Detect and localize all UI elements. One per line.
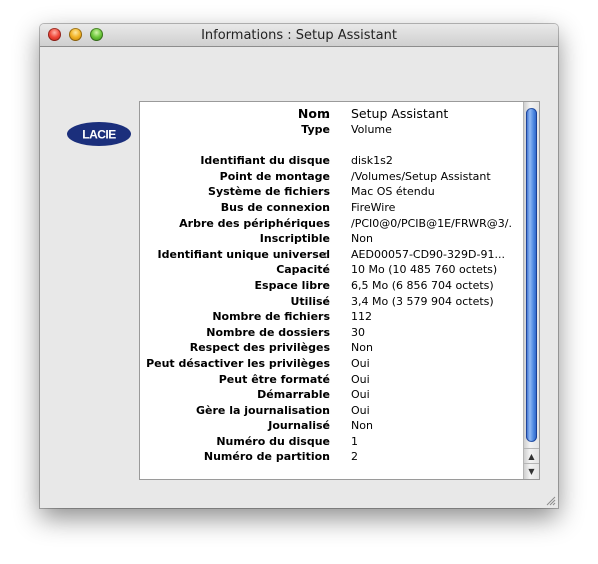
info-label: Point de montage [219, 169, 330, 183]
info-label: Espace libre [254, 278, 330, 292]
info-label: Capacité [276, 263, 330, 277]
lacie-logo: LACIE [67, 122, 131, 146]
info-value: Oui [351, 356, 370, 370]
info-value: Setup Assistant [351, 106, 449, 121]
info-label: Journalisé [268, 419, 330, 433]
info-label: Système de fichiers [208, 185, 330, 199]
info-colon: : [324, 185, 328, 199]
info-row: Espace libre: 6,5 Mo (6 856 704 octets) [140, 278, 520, 294]
info-value: Non [351, 419, 373, 433]
info-row: Inscriptible: Non [140, 231, 520, 247]
info-panel: Nom: Setup Assistant Type: Volume Identifian… [139, 101, 540, 480]
info-colon: : [324, 419, 328, 433]
info-label: Identifiant du disque [200, 154, 330, 168]
scroll-down-arrow-icon[interactable]: ▼ [524, 463, 539, 479]
info-value: Non [351, 232, 373, 246]
info-colon: : [324, 123, 328, 136]
scroll-up-arrow-icon[interactable]: ▲ [524, 448, 539, 464]
info-value: Volume [351, 123, 392, 136]
info-value: /Volumes/Setup Assistant [351, 169, 491, 183]
info-value: Mac OS étendu [351, 185, 435, 199]
info-colon: : [324, 247, 328, 261]
info-label: Gère la journalisation [196, 403, 330, 417]
info-label: Bus de connexion [220, 200, 330, 214]
info-colon: : [324, 372, 328, 386]
info-value: 112 [351, 310, 372, 324]
info-row: Bus de connexion: FireWire [140, 200, 520, 216]
vertical-scrollbar[interactable]: ▲ ▼ [523, 102, 539, 479]
info-row: Journalisé: Non [140, 418, 520, 434]
info-row: Type: Volume [140, 122, 520, 138]
info-colon: : [324, 200, 328, 214]
info-label: Numéro du disque [216, 434, 330, 448]
info-colon: : [324, 403, 328, 417]
info-value: 1 [351, 434, 358, 448]
logo-text: LACIE [82, 128, 116, 142]
info-label: Respect des privilèges [189, 341, 330, 355]
info-row: Capacité: 10 Mo (10 485 760 octets) [140, 262, 520, 278]
info-value: Oui [351, 388, 370, 402]
info-value: 6,5 Mo (6 856 704 octets) [351, 278, 494, 292]
info-label: Nombre de dossiers [206, 325, 330, 339]
info-colon: : [324, 216, 328, 230]
info-list: Nom: Setup Assistant Type: Volume Identifian… [140, 105, 520, 465]
info-label: Inscriptible [259, 232, 330, 246]
info-colon: : [324, 106, 329, 121]
info-label: Identifiant unique universel [157, 247, 330, 261]
info-value: Non [351, 341, 373, 355]
info-row: Respect des privilèges: Non [140, 340, 520, 356]
info-value: Oui [351, 372, 370, 386]
info-label: Démarrable [257, 388, 330, 402]
title-bar[interactable]: Informations : Setup Assistant [40, 24, 558, 47]
info-row: Identifiant du disque: disk1s2 [140, 153, 520, 169]
info-colon: : [324, 356, 328, 370]
info-value: 3,4 Mo (3 579 904 octets) [351, 294, 494, 308]
info-row: Nombre de dossiers: 30 [140, 325, 520, 341]
resize-grip-icon[interactable] [544, 494, 556, 506]
info-colon: : [324, 263, 328, 277]
info-colon: : [324, 310, 328, 324]
info-value: /PCI0@0/PCIB@1E/FRWR@3/... [351, 216, 511, 230]
info-label: Numéro de partition [203, 450, 330, 464]
info-value: disk1s2 [351, 154, 393, 168]
info-value: 2 [351, 450, 358, 464]
info-colon: : [324, 325, 328, 339]
info-value: 30 [351, 325, 365, 339]
info-row: Identifiant unique universel: AED00057-CD… [140, 247, 520, 263]
info-label: Nombre de fichiers [212, 310, 330, 324]
info-row: Point de montage: /Volumes/Setup Assistan… [140, 169, 520, 185]
info-colon: : [324, 341, 328, 355]
info-row: Arbre des périphériques: /PCI0@0/PCIB@1E/… [140, 216, 520, 232]
info-colon: : [324, 154, 328, 168]
scrollbar-thumb[interactable] [526, 108, 537, 442]
window-title: Informations : Setup Assistant [201, 28, 397, 43]
info-row: Nom: Setup Assistant [140, 105, 520, 122]
info-colon: : [324, 434, 328, 448]
info-row: Peut désactiver les privilèges: Oui [140, 356, 520, 372]
info-row: Système de fichiers: Mac OS étendu [140, 184, 520, 200]
info-label: Arbre des périphériques [179, 216, 330, 230]
info-value: AED00057-CD90-329D-91... [351, 247, 505, 261]
info-row: Numéro du disque: 1 [140, 434, 520, 450]
info-value: FireWire [351, 200, 396, 214]
info-row: Peut être formaté: Oui [140, 372, 520, 388]
info-value: 10 Mo (10 485 760 octets) [351, 263, 498, 277]
info-row: Gère la journalisation: Oui [140, 403, 520, 419]
info-row: Numéro de partition: 2 [140, 449, 520, 465]
info-label: Peut désactiver les privilèges [146, 356, 330, 370]
info-colon: : [324, 232, 328, 246]
info-row: Nombre de fichiers: 112 [140, 309, 520, 325]
info-label: Peut être formaté [218, 372, 330, 386]
info-colon: : [324, 388, 328, 402]
info-value: Oui [351, 403, 370, 417]
info-colon: : [324, 450, 328, 464]
info-colon: : [324, 169, 328, 183]
info-row: Utilisé:3,4 Mo (3 579 904 octets) [140, 294, 520, 310]
info-window: Informations : Setup Assistant LACIE Nom… [40, 24, 558, 508]
row-spacer [140, 138, 520, 154]
info-colon: : [324, 294, 328, 308]
info-colon: : [324, 278, 328, 292]
info-row: Démarrable: Oui [140, 387, 520, 403]
